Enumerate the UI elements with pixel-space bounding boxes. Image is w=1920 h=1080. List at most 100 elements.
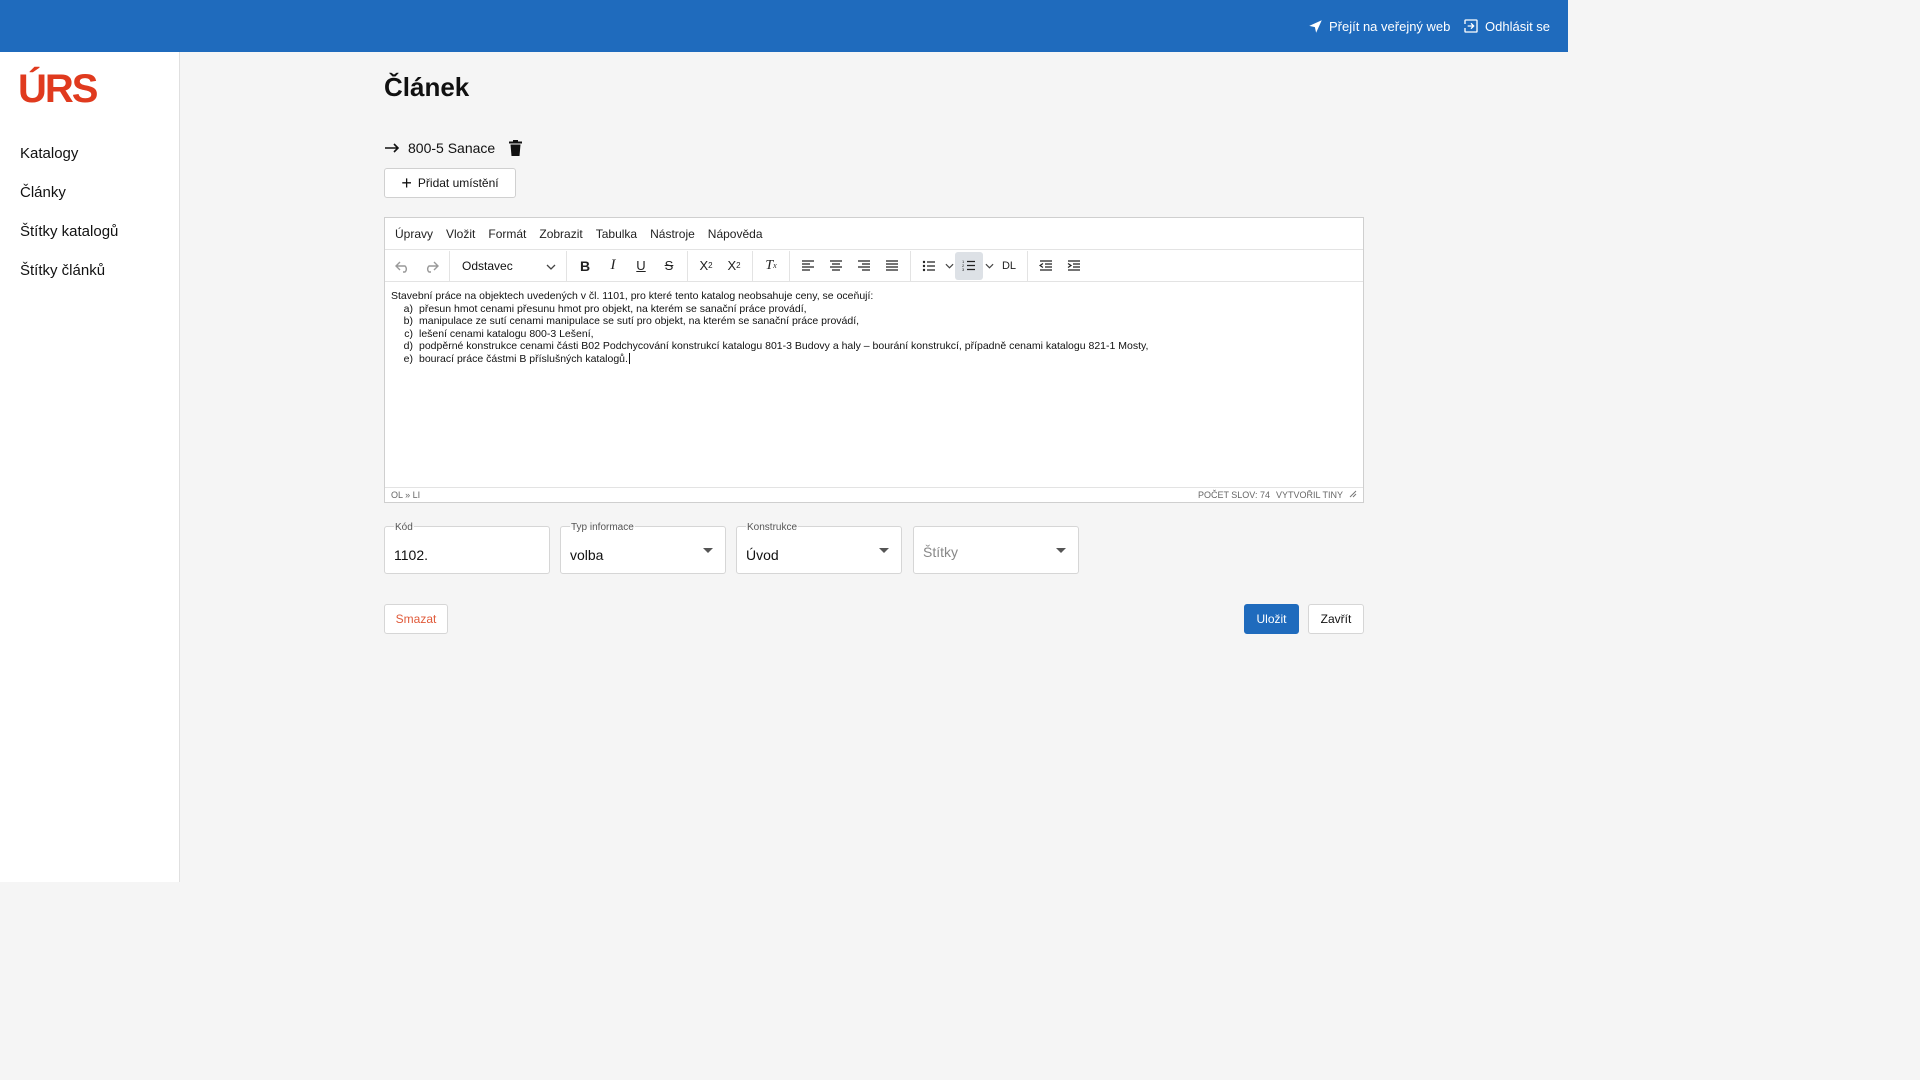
bullet-list-options-icon[interactable]: [943, 252, 955, 280]
menu-zobrazit[interactable]: Zobrazit: [539, 227, 582, 241]
indent-icon[interactable]: [1060, 252, 1088, 280]
content-intro: Stavební práce na objektech uvedených v …: [391, 290, 874, 302]
block-format-value: Odstavec: [462, 258, 513, 273]
logout-link[interactable]: Odhlásit se: [1463, 0, 1550, 52]
menu-nastroje[interactable]: Nástroje: [650, 227, 695, 241]
editor-menubar: Úpravy Vložit Formát Zobrazit Tabulka Ná…: [385, 218, 1363, 250]
editor-statusbar: OL » LI POČET SLOV: 74 VYTVOŘIL TINY: [385, 487, 1363, 502]
info-type-label: Typ informace: [570, 522, 635, 533]
page-title: Článek: [384, 72, 470, 102]
outdent-icon[interactable]: [1032, 252, 1060, 280]
strikethrough-icon[interactable]: S: [655, 252, 683, 280]
align-left-icon[interactable]: [794, 252, 822, 280]
chevron-down-icon: [546, 259, 556, 273]
info-type-value: volba: [570, 547, 604, 563]
logout-label: Odhlásit se: [1485, 18, 1551, 34]
list-marker: d): [403, 340, 413, 352]
svg-text:3: 3: [962, 267, 965, 272]
construction-select[interactable]: Konstrukce Úvod: [736, 522, 902, 574]
content-list: a) přesun hmot cenami přesunu hmot pro ob…: [391, 303, 1357, 366]
code-field[interactable]: Kód 1102.: [384, 522, 550, 574]
info-type-select[interactable]: Typ informace volba: [560, 522, 726, 574]
logout-icon: [1463, 19, 1478, 33]
rich-text-editor: Úpravy Vložit Formát Zobrazit Tabulka Ná…: [384, 217, 1364, 503]
public-web-link[interactable]: Přejít na veřejný web: [1308, 0, 1450, 52]
tags-select[interactable]: Štítky: [913, 526, 1079, 574]
undo-icon[interactable]: [389, 252, 417, 280]
construction-value: Úvod: [746, 547, 779, 563]
align-justify-icon[interactable]: [878, 252, 906, 280]
urs-logo[interactable]: ÚRS: [18, 69, 104, 109]
numbered-list-options-icon[interactable]: [983, 252, 995, 280]
menu-tabulka[interactable]: Tabulka: [596, 227, 637, 241]
top-bar: Přejít na veřejný web Odhlásit se: [0, 0, 1568, 52]
close-button[interactable]: Zavřít: [1308, 604, 1364, 634]
list-item-text: podpěrné konstrukce cenami části B02 Pod…: [419, 340, 1149, 352]
sidebar-item-katalogy[interactable]: Katalogy: [20, 145, 78, 162]
align-right-icon[interactable]: [850, 252, 878, 280]
logo-text: ÚRS: [18, 67, 98, 111]
list-item-text: lešení cenami katalogu 800-3 Lešení,: [419, 327, 594, 340]
tiny-branding-link[interactable]: VYTVOŘIL TINY: [1276, 490, 1343, 500]
list-marker: b): [403, 315, 413, 327]
trash-icon[interactable]: [509, 140, 523, 156]
toolbar-divider: [752, 250, 753, 281]
toolbar-divider: [449, 250, 450, 281]
location-row: 800-5 Sanace: [384, 138, 523, 158]
location-label: 800-5 Sanace: [408, 140, 496, 156]
code-value: 1102.: [394, 547, 428, 563]
redo-icon[interactable]: [417, 252, 445, 280]
toolbar-divider: [687, 250, 688, 281]
menu-vlozit[interactable]: Vložit: [446, 227, 475, 241]
underline-icon[interactable]: U: [627, 252, 655, 280]
resize-handle-icon[interactable]: [1349, 490, 1357, 500]
list-item: c) lešení cenami katalogu 800-3 Lešení,: [397, 328, 1357, 341]
sidebar: ÚRS Katalogy Články Štítky katalogů Štít…: [0, 52, 180, 882]
caret-down-icon: [703, 548, 713, 553]
numbered-list-icon[interactable]: 123: [955, 251, 983, 280]
sidebar-item-stitky-katalogu[interactable]: Štítky katalogů: [20, 223, 118, 240]
bullet-list-icon[interactable]: [915, 252, 943, 280]
toolbar-divider: [566, 250, 567, 281]
plus-icon: +: [401, 173, 412, 193]
definition-list-button[interactable]: DL: [995, 252, 1023, 280]
align-center-icon[interactable]: [822, 252, 850, 280]
menu-format[interactable]: Formát: [488, 227, 526, 241]
list-marker: e): [403, 352, 413, 365]
sidebar-item-stitky-clanku[interactable]: Štítky článků: [20, 262, 105, 279]
list-item: e) bourací práce částmi B příslušných kat…: [397, 352, 1357, 366]
superscript-icon[interactable]: X2: [692, 252, 720, 280]
save-button[interactable]: Uložit: [1244, 604, 1299, 634]
caret-down-icon: [879, 548, 889, 553]
list-item-text: bourací práce částmi B příslušných katal…: [419, 352, 628, 365]
add-location-button[interactable]: + Přidat umístění: [384, 168, 516, 198]
block-format-select[interactable]: Odstavec: [456, 252, 562, 280]
editor-toolbar: Odstavec B I U S X2 X2 Tx 1 2 3 DL: [385, 250, 1363, 282]
editor-content[interactable]: Stavební práce na objektech uvedených v …: [385, 282, 1363, 488]
list-item: b) manipulace ze sutí cenami manipulace s…: [397, 315, 1357, 328]
caret-down-icon: [1056, 548, 1066, 553]
element-path[interactable]: OL » LI: [391, 490, 420, 500]
menu-napoveda[interactable]: Nápověda: [708, 227, 763, 241]
construction-label: Konstrukce: [746, 522, 799, 533]
list-item: d) podpěrné konstrukce cenami části B02 P…: [397, 340, 1357, 353]
sidebar-item-clanky[interactable]: Články: [20, 184, 66, 201]
send-icon: [1309, 19, 1322, 33]
toolbar-divider: [789, 250, 790, 281]
menu-upravy[interactable]: Úpravy: [395, 227, 433, 241]
list-marker: a): [403, 302, 413, 315]
subscript-icon[interactable]: X2: [720, 252, 748, 280]
text-cursor: [628, 352, 630, 364]
arrow-right-icon: [384, 143, 402, 153]
code-label: Kód: [394, 522, 414, 533]
toolbar-divider: [1027, 250, 1028, 281]
list-item: a) přesun hmot cenami přesunu hmot pro ob…: [397, 303, 1357, 316]
italic-icon[interactable]: I: [599, 252, 627, 280]
add-location-label: Přidat umístění: [417, 176, 499, 190]
word-count[interactable]: POČET SLOV: 74: [1198, 490, 1270, 500]
clear-formatting-icon[interactable]: Tx: [757, 252, 785, 280]
delete-button[interactable]: Smazat: [384, 604, 448, 634]
list-item-text: přesun hmot cenami přesunu hmot pro obje…: [419, 302, 807, 315]
bold-icon[interactable]: B: [571, 252, 599, 280]
public-web-label: Přejít na veřejný web: [1329, 18, 1451, 34]
